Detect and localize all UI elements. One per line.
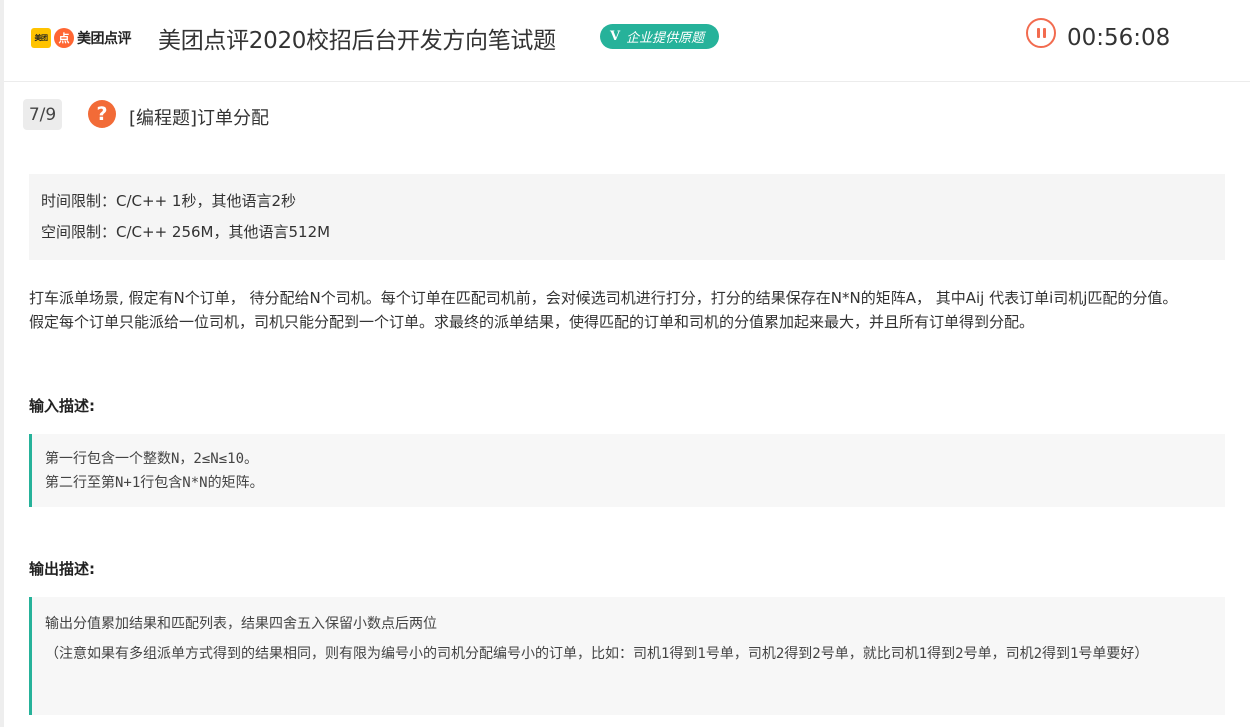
output-line: 输出分值累加结果和匹配列表，结果四舍五入保留小数点后两位 <box>45 616 437 632</box>
question-title: [编程题]订单分配 <box>129 108 270 129</box>
meituan-logo-mark: 美团 <box>31 28 51 48</box>
limits-box: 时间限制：C/C++ 1秒，其他语言2秒 空间限制：C/C++ 256M，其他语… <box>29 174 1225 260</box>
dianping-logo-mark: 点 <box>54 28 74 48</box>
pause-button[interactable] <box>1026 18 1056 48</box>
space-limit: 空间限制：C/C++ 256M，其他语言512M <box>41 223 331 241</box>
pause-icon <box>1037 28 1040 38</box>
logo-brand-text: 美团点评 <box>77 31 132 47</box>
original-question-badge: V 企业提供原题 <box>600 24 720 49</box>
question-number: 7/9 <box>23 99 62 130</box>
exam-title: 美团点评2020校招后台开发方向笔试题 <box>158 28 556 54</box>
description-paragraph: 假定每个订单只能派给一位司机，司机只能分配到一个订单。求最终的派单结果，使得匹配… <box>29 313 1035 331</box>
output-description-block: 输出分值累加结果和匹配列表，结果四舍五入保留小数点后两位 （注意如果有多组派单方… <box>29 597 1225 715</box>
verified-v-icon: V <box>610 29 621 44</box>
input-line: 第二行至第N+1行包含N*N的矩阵。 <box>45 475 264 491</box>
output-line: （注意如果有多组派单方式得到的结果相同，则有限为编号小的司机分配编号小的订单，比… <box>45 646 1149 662</box>
description-paragraph: 打车派单场景, 假定有N个订单， 待分配给N个司机。每个订单在匹配司机前，会对候… <box>29 289 1178 307</box>
exam-header: 美团 点 美团点评 美团点评2020校招后台开发方向笔试题 V 企业提供原题 0… <box>4 0 1250 82</box>
input-description-block: 第一行包含一个整数N，2≤N≤10。 第二行至第N+1行包含N*N的矩阵。 <box>29 434 1225 507</box>
output-section-title: 输出描述: <box>29 560 95 578</box>
countdown-timer: 00:56:08 <box>1067 25 1171 51</box>
time-limit: 时间限制：C/C++ 1秒，其他语言2秒 <box>41 192 296 210</box>
left-edge <box>0 0 4 727</box>
badge-label: 企业提供原题 <box>626 31 705 46</box>
input-section-title: 输入描述: <box>29 397 95 415</box>
exam-page: 美团 点 美团点评 美团点评2020校招后台开发方向笔试题 V 企业提供原题 0… <box>0 0 1250 727</box>
question-description: 打车派单场景, 假定有N个订单， 待分配给N个司机。每个订单在匹配司机前，会对候… <box>29 286 1229 334</box>
question-mark-icon: ? <box>88 100 116 128</box>
pause-icon-bar <box>1043 28 1046 38</box>
company-logo: 美团 点 美团点评 <box>31 26 132 50</box>
input-line: 第一行包含一个整数N，2≤N≤10。 <box>45 451 259 467</box>
